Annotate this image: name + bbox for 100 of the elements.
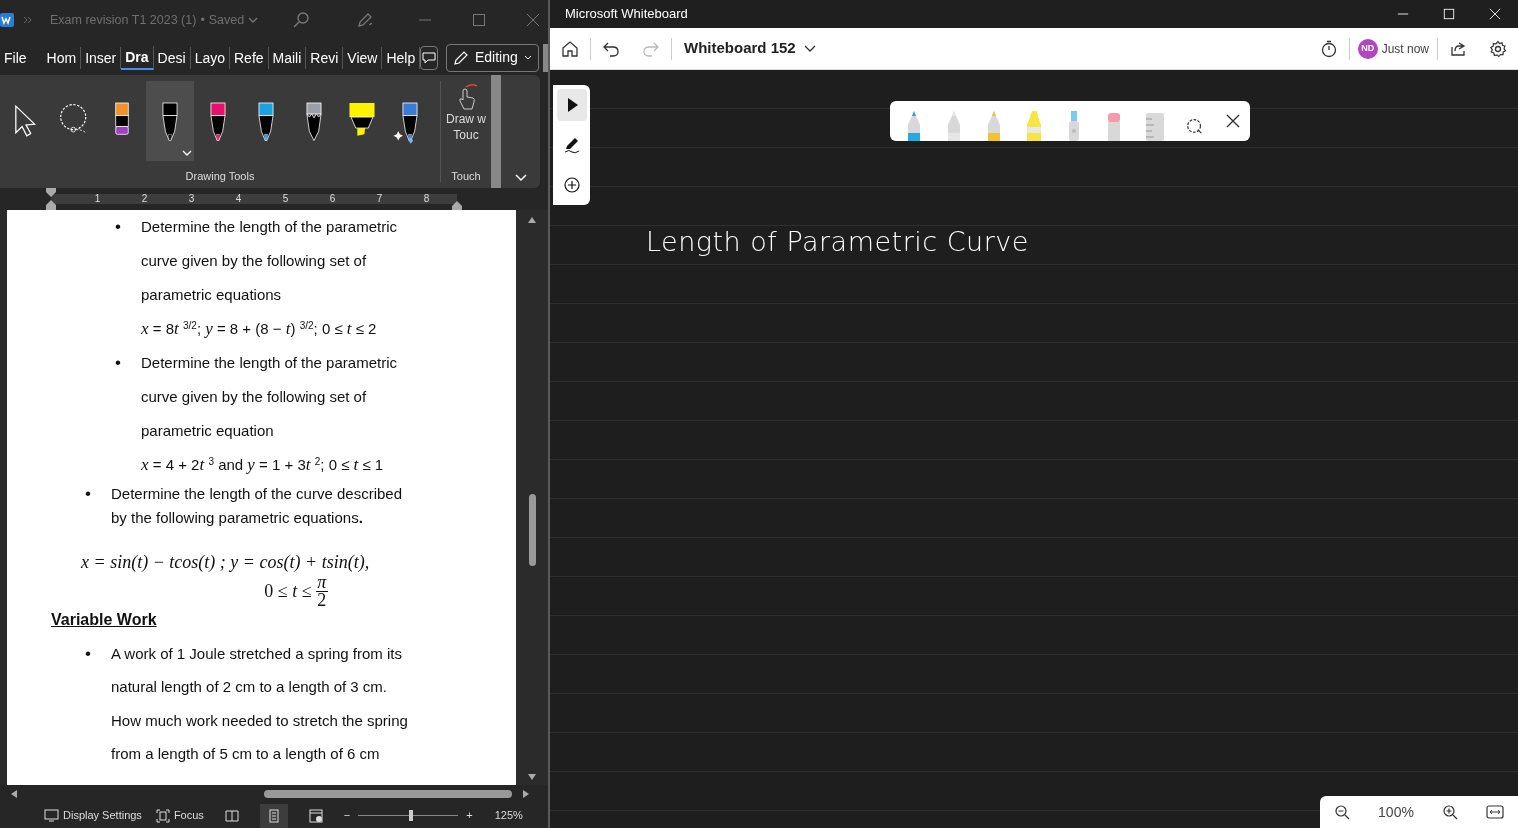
- pen-icon: [562, 136, 581, 154]
- text-line: A work of 1 Joule stretched a spring from its: [111, 643, 403, 664]
- print-view-icon: [266, 808, 281, 823]
- separator-dot: •: [200, 11, 205, 29]
- text-line: curve given by the following set of: [141, 387, 368, 407]
- ruler-number: 6: [328, 192, 337, 206]
- ribbon-tab[interactable]: View: [343, 46, 383, 69]
- web-view-icon: [308, 808, 323, 823]
- select-tool-button[interactable]: [556, 89, 587, 121]
- text-line: How much work needed to stretch the spring: [111, 710, 408, 731]
- display-settings-button[interactable]: Display Settings: [44, 807, 142, 824]
- designer-button[interactable]: [356, 11, 374, 29]
- equation-line: x = sin(t) − tcos(t) ; y = cos(t) + tsin(t),: [81, 551, 371, 574]
- ribbon-tab[interactable]: Hom: [42, 46, 82, 69]
- group-label: Touch: [451, 168, 481, 184]
- scroll-handle[interactable]: [491, 75, 501, 188]
- bullet: •: [85, 483, 92, 505]
- ribbon-tab[interactable]: Revi: [306, 46, 344, 69]
- ruler-number: 1: [93, 192, 102, 206]
- text-line: parametric equation: [141, 421, 275, 441]
- view-button[interactable]: [259, 803, 288, 828]
- scroll-down-button[interactable]: [527, 773, 537, 781]
- text-line: curve given by the following set of: [141, 251, 368, 271]
- app-title: Microsoft Whiteboard: [565, 5, 688, 24]
- pen-sparkle-icon: [356, 11, 374, 29]
- close-tray-button[interactable]: [1226, 114, 1240, 128]
- section-heading: Variable Work: [51, 610, 157, 630]
- maximize-icon: [1443, 8, 1455, 20]
- text-line: Determine the length of the parametric: [141, 217, 397, 237]
- slider-thumb[interactable]: [409, 809, 414, 821]
- avatar[interactable]: ND: [1357, 38, 1378, 59]
- triangle-up-icon: [527, 216, 537, 224]
- ribbon-tab[interactable]: Help: [382, 46, 421, 69]
- search-icon: [292, 11, 310, 29]
- chevron-down-icon: [803, 44, 816, 53]
- zoom-in-button[interactable]: +: [466, 807, 473, 824]
- text-line: Determine the length of the curve described: [111, 484, 402, 504]
- scroll-left-button[interactable]: [10, 789, 18, 799]
- scroll-right-button[interactable]: [522, 789, 530, 799]
- ruler-number: 4: [234, 192, 243, 206]
- text-line: natural length of 2 cm to a length of 3 cm.: [111, 677, 388, 697]
- chevron-down-icon: [514, 174, 527, 182]
- zoom-in-button[interactable]: [1441, 804, 1458, 820]
- caret-icon: [182, 149, 192, 157]
- home-icon: [561, 39, 579, 58]
- board-name-button[interactable]: Whiteboard 152: [684, 37, 816, 60]
- scrollbar-thumb[interactable]: [264, 790, 512, 798]
- scroll-up-button[interactable]: [527, 216, 537, 224]
- equation-line: x = 8t $^{3/2}$; y = 8 + (8 − t) $^{3/2}$; 0 ≤ t ≤ 2: [141, 318, 378, 340]
- ruler-number: 3: [187, 192, 196, 206]
- comment-icon: [422, 51, 437, 64]
- zoom-out-button[interactable]: [1334, 804, 1350, 820]
- ruler-number: 5: [281, 192, 290, 206]
- bullet: •: [115, 352, 122, 374]
- ribbon-tab[interactable]: Layo: [190, 46, 230, 69]
- word-logo-icon: [0, 12, 14, 28]
- text-line: parametric equations: [141, 285, 283, 305]
- collapse-ribbon-button[interactable]: [514, 174, 527, 182]
- ribbon-tab[interactable]: File: [0, 46, 31, 69]
- triangle-left-icon: [10, 789, 18, 799]
- caret-icon: [523, 53, 532, 62]
- scroll-handle[interactable]: [542, 43, 548, 72]
- save-status: Saved: [208, 11, 245, 29]
- settings-icon: [1489, 39, 1507, 58]
- handwritten-text: Length of Parametric Curve: [646, 225, 1029, 259]
- fraction-denominator: 2: [317, 592, 327, 609]
- indent-marker-icon[interactable]: [45, 188, 57, 210]
- text-line: by the following parametric equations.: [111, 508, 364, 528]
- ribbon-tab[interactable]: Dra: [121, 45, 154, 70]
- ribbon-tab[interactable]: Refe: [230, 46, 269, 69]
- draw-tool[interactable]: [146, 81, 194, 161]
- triangle-down-icon: [527, 773, 537, 781]
- ribbon-tab[interactable]: Desi: [153, 46, 191, 69]
- fraction-numerator: π: [317, 574, 327, 591]
- focus-icon: [155, 808, 170, 823]
- monitor-icon: [44, 809, 59, 822]
- fit-to-screen-button[interactable]: [1485, 805, 1504, 819]
- equation-line: x = 4 + 2t $^{3}$ and y = 1 + 3t $^{2}$; 0 ≤ t ≤ 1: [141, 454, 385, 476]
- pencil-icon: [452, 49, 469, 66]
- zoom-out-icon: [1334, 804, 1350, 820]
- editing-button[interactable]: Editing: [445, 43, 539, 72]
- bullet: •: [115, 216, 122, 238]
- zoom-level: 100%: [1378, 802, 1414, 822]
- bullet: •: [85, 642, 92, 665]
- more-icon: [22, 15, 34, 25]
- zoom-out-button[interactable]: −: [343, 807, 351, 824]
- add-icon: [562, 176, 581, 194]
- scrollbar-thumb[interactable]: [528, 494, 536, 566]
- ribbon-tab[interactable]: Maili: [268, 46, 307, 69]
- last-saved-time: Just now: [1381, 40, 1429, 58]
- ribbon-tab[interactable]: Inser: [81, 46, 122, 69]
- draw-with-touch-button[interactable]: Draw w Touc: [446, 83, 486, 143]
- ruler-number: 7: [375, 192, 384, 206]
- focus-button[interactable]: Focus: [155, 807, 204, 824]
- search-button[interactable]: [292, 11, 310, 29]
- text-line: Determine the length of the parametric: [141, 353, 397, 373]
- comments-button[interactable]: [420, 45, 438, 70]
- caret-icon[interactable]: [248, 15, 259, 25]
- close-button[interactable]: [526, 13, 540, 27]
- read-view-icon: [224, 808, 239, 823]
